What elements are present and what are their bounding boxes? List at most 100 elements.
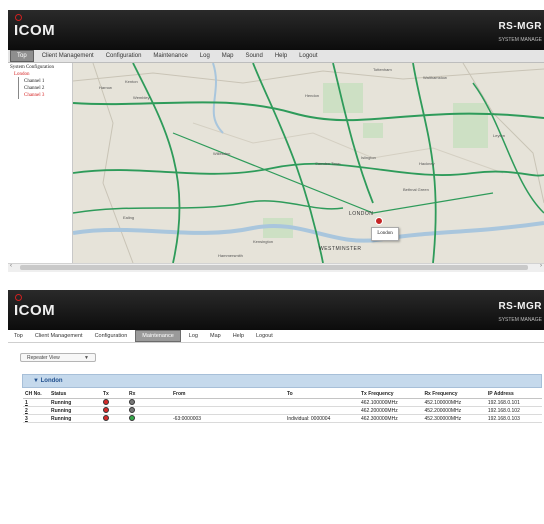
view-select[interactable]: Repeater View ▼	[20, 353, 96, 362]
menu-configuration[interactable]: Configuration	[100, 50, 148, 62]
map-label: Leyton	[493, 133, 506, 138]
column-header: Tx	[101, 390, 127, 399]
map-label: Hendon	[305, 93, 320, 98]
ip-address-cell: 192.168.0.102	[485, 406, 542, 415]
map-label: Kensington	[253, 239, 274, 244]
table-row: 2 Running 462.200000MHz 452.200000MHz 19…	[23, 406, 542, 415]
column-header: Tx Frequency	[359, 390, 423, 399]
tree-item-channel-2[interactable]: Channel 2	[24, 86, 44, 91]
column-header: CH No.	[23, 390, 49, 399]
menu-help[interactable]: Help	[269, 50, 293, 62]
menu-client-management[interactable]: Client Management	[36, 50, 100, 62]
column-header: Status	[49, 390, 101, 399]
table-row: 1 Running 462.100000MHz 452.100000MHz 19…	[23, 398, 542, 407]
rx-frequency-cell: 452.100000MHz	[422, 398, 486, 407]
map-label: Willesden	[213, 151, 231, 156]
map-label: Islington	[361, 155, 376, 160]
channel-number-link[interactable]: 3	[25, 416, 28, 422]
product-name: RS-MGR	[498, 301, 542, 312]
tx-frequency-cell: 462.200000MHz	[359, 406, 423, 415]
rx-frequency-cell: 452.200000MHz	[422, 406, 486, 415]
group-label: ▼ London	[33, 378, 63, 384]
app-header: ICOM RS-MGR SYSTEM MANAGE	[8, 10, 544, 50]
ip-address-cell: 192.168.0.101	[485, 398, 542, 407]
map-label: Walthamstow	[423, 75, 447, 80]
map-label: Hackney	[419, 161, 435, 166]
table-row: 3 Running -63:0000003 Individual: 000000…	[23, 414, 542, 423]
scrollbar-thumb[interactable]	[20, 265, 528, 270]
map-label: Hammersmith	[218, 253, 243, 258]
menu-top[interactable]: Top	[8, 330, 29, 342]
map-city-label: LONDON	[349, 211, 374, 217]
main-menu: Top Client Management Configuration Main…	[8, 50, 544, 63]
rx-frequency-cell: 452.300000MHz	[422, 414, 486, 423]
tx-status-icon	[103, 399, 109, 406]
tx-status-icon	[103, 407, 109, 414]
tx-status-icon	[103, 415, 109, 422]
from-cell	[171, 406, 285, 415]
column-header: IP Address	[485, 390, 542, 399]
column-header: Rx Frequency	[422, 390, 486, 399]
menu-log[interactable]: Log	[194, 50, 216, 62]
channel-number-link[interactable]: 2	[25, 408, 28, 414]
scroll-left-icon[interactable]: ‹	[10, 263, 12, 269]
bottom-window: ICOM RS-MGR SYSTEM MANAGE Top Client Man…	[8, 290, 544, 524]
status-text: Running	[51, 407, 72, 414]
map-pin-icon[interactable]	[375, 217, 383, 225]
map-label: Wembley	[133, 95, 150, 100]
tree-item-channel-3[interactable]: Channel 3	[24, 93, 44, 98]
app-header: ICOM RS-MGR SYSTEM MANAGE	[8, 290, 544, 330]
ip-address-cell: 192.168.0.103	[485, 414, 542, 423]
to-cell	[285, 406, 359, 415]
tx-frequency-cell: 462.100000MHz	[359, 398, 423, 407]
horizontal-scrollbar[interactable]: ‹ ›	[8, 263, 544, 272]
from-cell: -63:0000003	[171, 414, 285, 423]
menu-configuration[interactable]: Configuration	[89, 330, 134, 342]
rx-status-icon	[129, 415, 135, 422]
view-select-value: Repeater View	[27, 355, 60, 361]
tree-heading: System Configuration	[10, 65, 55, 70]
status-text: Running	[51, 399, 72, 406]
menu-top[interactable]: Top	[10, 50, 34, 62]
tree-root-london[interactable]: London	[14, 72, 30, 77]
map-label: Tottenham	[373, 67, 392, 72]
park	[323, 83, 363, 113]
tx-frequency-cell: 462.300000MHz	[359, 414, 423, 423]
column-header: Rx	[127, 390, 171, 399]
menu-maintenance[interactable]: Maintenance	[135, 330, 181, 342]
column-header: From	[171, 390, 285, 399]
channel-number-link[interactable]: 1	[25, 400, 28, 406]
from-cell	[171, 398, 285, 407]
map-label: Ealing	[123, 215, 135, 220]
channel-table: CH No. Status Tx Rx From To Tx Frequency…	[23, 390, 542, 423]
menu-map[interactable]: Map	[204, 330, 227, 342]
map-view[interactable]: Harrow Kenton Wembley Hendon Willesden C…	[73, 63, 544, 263]
menu-map[interactable]: Map	[216, 50, 240, 62]
menu-maintenance[interactable]: Maintenance	[147, 50, 193, 62]
menu-logout[interactable]: Logout	[293, 50, 323, 62]
scroll-right-icon[interactable]: ›	[540, 263, 542, 269]
group-header[interactable]: ▼ London	[22, 374, 542, 388]
tree-item-channel-1[interactable]: Channel 1	[24, 79, 44, 84]
table-header-row: CH No. Status Tx Rx From To Tx Frequency…	[23, 390, 542, 399]
chevron-down-icon: ▼	[84, 355, 89, 361]
icom-logo: ICOM	[14, 302, 56, 319]
menu-logout[interactable]: Logout	[250, 330, 279, 342]
column-header: To	[285, 390, 359, 399]
product-subtitle: SYSTEM MANAGE	[498, 317, 542, 323]
icom-logo: ICOM	[14, 22, 56, 39]
menu-log[interactable]: Log	[183, 330, 204, 342]
menu-help[interactable]: Help	[227, 330, 250, 342]
map-label: Bethnal Green	[403, 187, 429, 192]
top-window: ICOM RS-MGR SYSTEM MANAGE Top Client Man…	[8, 10, 544, 274]
map-label: Kenton	[125, 79, 138, 84]
tree-connector	[18, 77, 19, 99]
map-label: Harrow	[99, 85, 112, 90]
map-district-label: WESTMINSTER	[319, 246, 362, 252]
menu-sound[interactable]: Sound	[239, 50, 268, 62]
menu-client-management[interactable]: Client Management	[29, 330, 89, 342]
logo-mark-icon	[15, 14, 22, 21]
status-text: Running	[51, 415, 72, 422]
map-popup[interactable]: London	[371, 227, 399, 241]
product-subtitle: SYSTEM MANAGE	[498, 37, 542, 43]
